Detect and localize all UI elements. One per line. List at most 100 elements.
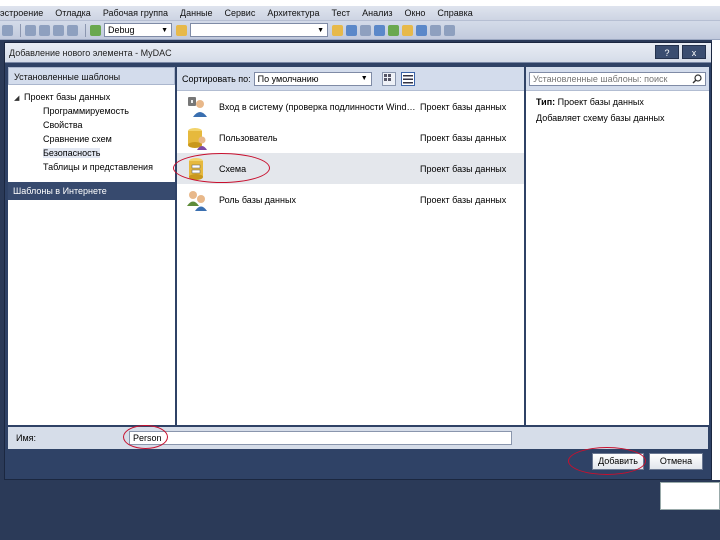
- find-combo[interactable]: ▼: [190, 23, 328, 37]
- template-info-panel: Тип: Проект базы данных Добавляет схему …: [526, 67, 709, 425]
- installed-templates-header[interactable]: Установленные шаблоны: [8, 67, 175, 85]
- search-bar: [526, 67, 709, 91]
- tree-item-security[interactable]: Безопасность: [14, 146, 175, 160]
- database-user-icon: [185, 126, 209, 150]
- toolbox-icon[interactable]: [374, 24, 385, 36]
- category-panel: Установленные шаблоны ◢ Проект базы данны…: [8, 67, 175, 425]
- menu-window[interactable]: Окно: [405, 8, 426, 18]
- type-value: Проект базы данных: [557, 97, 644, 107]
- menu-debug[interactable]: Отладка: [55, 8, 91, 18]
- add-button[interactable]: Добавить: [592, 453, 644, 470]
- template-row-database-role[interactable]: Роль базы данных Проект базы данных: [177, 184, 524, 215]
- tree-item-label: Свойства: [43, 120, 83, 130]
- name-field[interactable]: [129, 431, 512, 445]
- cancel-button[interactable]: Отмена: [649, 453, 703, 470]
- add-new-item-dialog: Добавление нового элемента - MyDAC ? x У…: [4, 42, 712, 480]
- menu-analyze[interactable]: Анализ: [362, 8, 392, 18]
- name-label: Имя:: [16, 433, 37, 443]
- online-templates-item[interactable]: Шаблоны в Интернете: [8, 182, 175, 200]
- undo-icon[interactable]: [25, 24, 36, 36]
- menu-tools[interactable]: Сервис: [225, 8, 256, 18]
- tree-item-properties[interactable]: Свойства: [14, 118, 175, 132]
- toolbar-separator: [20, 23, 21, 37]
- solution-explorer-icon[interactable]: [332, 24, 343, 36]
- template-row-schema[interactable]: Схема Проект базы данных: [177, 153, 524, 184]
- save-icon[interactable]: [2, 24, 13, 36]
- extension-manager-icon[interactable]: [416, 24, 427, 36]
- close-button[interactable]: x: [682, 45, 706, 59]
- dialog-title: Добавление нового элемента - MyDAC: [9, 48, 172, 58]
- sort-bar: Сортировать по: По умолчанию ▼: [177, 67, 524, 91]
- collapse-arrow-icon[interactable]: ◢: [14, 92, 24, 106]
- template-name: Роль базы данных: [219, 194, 296, 205]
- dialog-titlebar: Добавление нового элемента - MyDAC ? x: [5, 43, 711, 63]
- sort-label: Сортировать по:: [182, 73, 251, 84]
- window-layout-icon[interactable]: [430, 24, 441, 36]
- help-button[interactable]: ?: [655, 45, 679, 59]
- schema-icon: [185, 157, 209, 181]
- template-type: Проект базы данных: [420, 194, 507, 205]
- menu-test[interactable]: Тест: [331, 8, 350, 18]
- sort-combo[interactable]: По умолчанию ▼: [253, 71, 372, 86]
- template-row-user[interactable]: Пользователь Проект базы данных: [177, 122, 524, 153]
- template-search-input[interactable]: [529, 72, 706, 86]
- tree-item-database-project[interactable]: ◢ Проект базы данных: [14, 90, 175, 104]
- chevron-down-icon: ▼: [360, 75, 368, 82]
- template-type: Проект базы данных: [420, 132, 507, 143]
- menu-team[interactable]: Рабочая группа: [103, 8, 168, 18]
- template-row-login[interactable]: Вход в систему (проверка подлинности Win…: [177, 91, 524, 122]
- redo-icon[interactable]: [39, 24, 50, 36]
- template-list: Вход в систему (проверка подлинности Win…: [177, 91, 524, 215]
- menu-bar: эстроение Отладка Рабочая группа Данные …: [0, 6, 720, 21]
- database-role-icon: [185, 188, 209, 212]
- tree-item-label: Безопасность: [43, 148, 101, 158]
- menu-build[interactable]: эстроение: [0, 8, 43, 18]
- open-folder-icon[interactable]: [176, 24, 187, 36]
- ide-editor-strip: [712, 40, 720, 480]
- template-name: Схема: [219, 163, 247, 174]
- tree-item-label: Сравнение схем: [43, 134, 112, 144]
- properties-icon[interactable]: [346, 24, 357, 36]
- menu-architecture[interactable]: Архитектура: [267, 8, 319, 18]
- tree-item-schema-compare[interactable]: Сравнение схем: [14, 132, 175, 146]
- class-view-icon[interactable]: [402, 24, 413, 36]
- grid-view-icon: [383, 73, 391, 81]
- sort-value: По умолчанию: [257, 73, 319, 84]
- template-name: Вход в систему (проверка подлинности Win…: [219, 101, 419, 112]
- start-debug-icon[interactable]: [90, 24, 101, 36]
- list-view-icon: [402, 74, 413, 83]
- category-tree: ◢ Проект базы данных Программируемость Св…: [8, 85, 175, 174]
- tree-item-programmability[interactable]: Программируемость: [14, 104, 175, 118]
- configuration-combo[interactable]: Debug ▼: [104, 23, 172, 37]
- chevron-down-icon: ▼: [161, 26, 168, 34]
- tree-item-label: Программируемость: [43, 106, 129, 116]
- toolbar-options-icon[interactable]: [444, 24, 455, 36]
- type-label: Тип:: [536, 97, 556, 107]
- find-icon[interactable]: [67, 24, 78, 36]
- menu-data[interactable]: Данные: [180, 8, 213, 18]
- tree-item-tables-views[interactable]: Таблицы и представления: [14, 160, 175, 174]
- object-browser-icon[interactable]: [360, 24, 371, 36]
- name-bar: Имя:: [8, 427, 708, 449]
- template-name: Пользователь: [219, 132, 278, 143]
- template-list-panel: Сортировать по: По умолчанию ▼ Вход в си…: [177, 67, 524, 425]
- toolbar-separator: [85, 23, 86, 37]
- template-info: Тип: Проект базы данных Добавляет схему …: [526, 91, 709, 135]
- search-icon[interactable]: [692, 74, 702, 84]
- type-line: Тип: Проект базы данных: [536, 97, 699, 107]
- template-description: Добавляет схему базы данных: [536, 113, 665, 123]
- small-icons-view-button[interactable]: [381, 71, 396, 86]
- tree-item-label: Проект базы данных: [24, 92, 111, 102]
- server-explorer-icon[interactable]: [388, 24, 399, 36]
- navigate-icon[interactable]: [53, 24, 64, 36]
- ide-panel-fragment: [660, 482, 720, 510]
- login-user-icon: [185, 95, 209, 119]
- list-view-button[interactable]: [400, 71, 415, 86]
- menu-help[interactable]: Справка: [437, 8, 472, 18]
- configuration-value: Debug: [108, 25, 135, 35]
- chevron-down-icon: ▼: [317, 26, 324, 34]
- template-type: Проект базы данных: [420, 163, 507, 174]
- template-type: Проект базы данных: [420, 101, 507, 112]
- tree-item-label: Таблицы и представления: [43, 162, 153, 172]
- toolbar: Debug ▼ ▼: [0, 21, 720, 40]
